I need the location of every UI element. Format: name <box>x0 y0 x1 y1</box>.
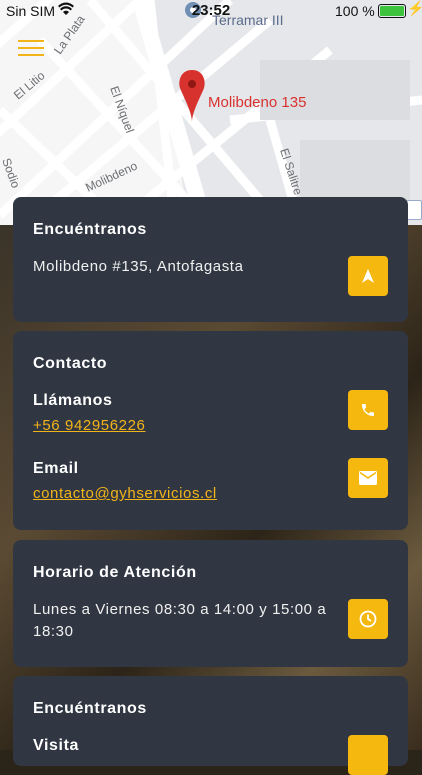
battery-icon <box>378 4 406 18</box>
menu-button[interactable] <box>18 38 46 58</box>
hours-button[interactable] <box>348 599 388 639</box>
hours-line-2: 18:30 <box>33 623 74 640</box>
visit-card: Encuéntranos Visita <box>13 676 408 775</box>
address-text: Molibdeno #135, Antofagasta <box>33 258 244 275</box>
navigation-arrow-icon <box>362 269 374 283</box>
visit-label: Visita <box>33 737 79 754</box>
mail-icon <box>359 471 377 485</box>
clock-icon <box>359 610 377 628</box>
map-info-icon[interactable] <box>406 200 422 220</box>
email-button[interactable] <box>348 458 388 498</box>
contact-card: Contacto Llámanos +56 942956226 Email co… <box>13 331 408 530</box>
location-title: Encuéntranos <box>33 221 147 238</box>
call-label: Llámanos <box>33 392 113 409</box>
map-view[interactable]: La Plata El Litio El Níquel Molibdeno So… <box>0 0 422 225</box>
status-bar: Sin SIM 23:52 100 % ⚡ <box>0 0 422 22</box>
charging-icon: ⚡ <box>407 0 422 16</box>
visit-title: Encuéntranos <box>33 700 147 717</box>
navigate-button[interactable] <box>348 256 388 296</box>
contact-title: Contacto <box>33 355 108 372</box>
location-card: Encuéntranos Molibdeno #135, Antofagasta <box>13 197 408 322</box>
hours-card: Horario de Atención Lunes a Viernes 08:3… <box>13 540 408 667</box>
battery-percent: 100 % <box>335 3 375 19</box>
map-streets: La Plata El Litio El Níquel Molibdeno So… <box>0 0 422 225</box>
pin-label: Molibdeno 135 <box>208 94 307 111</box>
email-label: Email <box>33 460 79 477</box>
phone-icon <box>362 404 374 416</box>
email-link[interactable]: contacto@gyhservicios.cl <box>33 485 217 502</box>
phone-link[interactable]: +56 942956226 <box>33 417 146 434</box>
call-button[interactable] <box>348 390 388 430</box>
hours-title: Horario de Atención <box>33 564 197 581</box>
visit-button[interactable] <box>348 735 388 775</box>
hours-line-1: Lunes a Viernes 08:30 a 14:00 y 15:00 a <box>33 601 327 618</box>
